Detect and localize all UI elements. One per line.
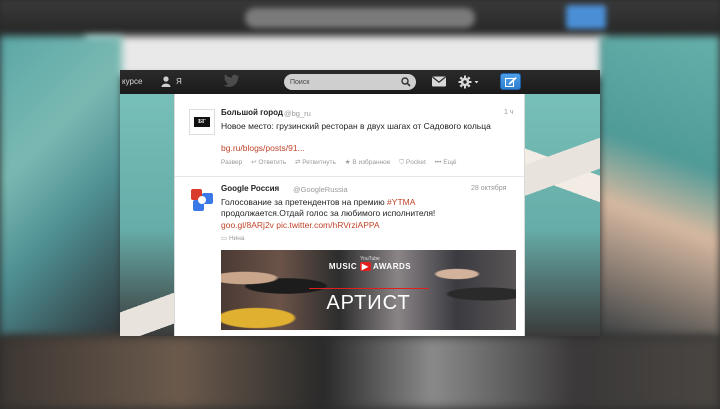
divider-line (309, 288, 429, 289)
search-input[interactable] (290, 74, 396, 90)
favorite-label: В избранное (352, 159, 391, 166)
expand-link[interactable]: Развер (221, 159, 242, 166)
blurred-top-bar (0, 0, 720, 36)
retweet-label: Ретвитнуть (302, 159, 336, 166)
blurred-bottom-background (0, 336, 720, 409)
nav-discover-link[interactable]: курсе (122, 77, 142, 86)
favorite-action[interactable]: ★ В избранное (345, 159, 391, 166)
retweet-action[interactable]: ⇄ Ретвитнуть (295, 159, 336, 166)
tweet-link[interactable]: goo.gl/8ARj2v pic.twitter.com/hRVrziAPPA (221, 220, 380, 231)
more-label: Ещё (443, 159, 457, 166)
pocket-label: Pocket (405, 159, 426, 166)
tweet-text-part1: Голосование за претендентов на премию (221, 197, 388, 207)
youtube-logo-text: YouTube (360, 256, 380, 262)
search-box[interactable] (284, 74, 416, 90)
tweet-text-part2: продолжается.Отдай голос за любимого исп… (221, 208, 436, 218)
twitter-screen: курсе Я Поиск БГ Большой город @bg_ru 1 … (120, 70, 600, 336)
tweet-bolshoy-gorod[interactable]: БГ Большой город @bg_ru 1 ч Новое место:… (175, 94, 524, 177)
top-navigation-bar: курсе Я (120, 70, 600, 94)
reply-action[interactable]: ↩ Ответить (251, 159, 286, 166)
tweet-author-name[interactable]: Большой город (221, 108, 283, 117)
tweet-timestamp[interactable]: 1 ч (504, 109, 514, 116)
bg-logo-text: БГ (194, 117, 210, 127)
tweet-link[interactable]: bg.ru/blogs/posts/91... (221, 143, 305, 154)
awards-text: AWARDS (372, 262, 412, 271)
settings-gear-icon[interactable] (458, 75, 480, 91)
media-title: АРТИСТ (326, 292, 411, 314)
blurred-right-background (600, 36, 720, 336)
search-icon[interactable] (401, 77, 411, 89)
tweet-actions: Развер ↩ Ответить ⇄ Ретвитнуть ★ В избра… (221, 158, 464, 167)
timeline: БГ Большой город @bg_ru 1 ч Новое место:… (174, 94, 525, 336)
twitter-bird-icon[interactable] (222, 74, 240, 88)
tweet-media-indicator[interactable]: ▭ Нина (221, 234, 245, 242)
tweet-author-handle[interactable]: @bg_ru (284, 109, 311, 118)
google-plus-avatar[interactable] (189, 187, 215, 213)
messages-icon[interactable] (431, 75, 447, 90)
blurred-left-background (0, 36, 122, 336)
me-icon (161, 76, 173, 87)
tweet-author-handle[interactable]: @GoogleRussia (293, 185, 348, 194)
tweet-author-name[interactable]: Google Россия (221, 184, 279, 193)
nav-me-link[interactable]: Я (176, 77, 182, 86)
music-text: MUSIC (328, 262, 358, 271)
tweet-text: Новое место: грузинский ресторан в двух … (221, 121, 491, 131)
play-icon: ▶ (359, 262, 371, 271)
photo-icon: ▭ (221, 235, 228, 242)
pocket-action[interactable]: ⛉ Pocket (399, 159, 426, 166)
youtube-music-awards-logo: YouTube MUSIC ▶ AWARDS (328, 256, 412, 271)
tweet-google-russia[interactable]: Google Россия @GoogleRussia 28 октября Г… (175, 177, 524, 336)
avatar[interactable]: БГ (189, 109, 215, 135)
more-action[interactable]: ••• Ещё (435, 159, 457, 166)
tweet-text: Голосование за претендентов на премию #Y… (221, 197, 516, 219)
tweet-timestamp[interactable]: 28 октября (471, 185, 506, 192)
compose-tweet-button[interactable] (500, 73, 521, 90)
media-label: Нина (228, 235, 245, 242)
reply-label: Ответить (258, 159, 287, 166)
hashtag-link[interactable]: #YTMA (387, 197, 415, 207)
tweet-media-image[interactable]: YouTube MUSIC ▶ AWARDS АРТИСТ (221, 250, 516, 330)
